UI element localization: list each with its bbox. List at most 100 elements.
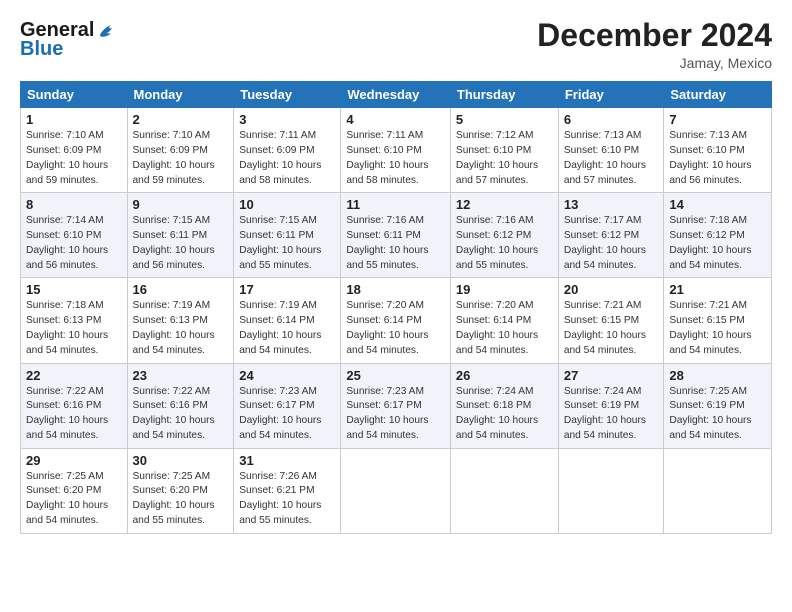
calendar-cell: 12 Sunrise: 7:16 AMSunset: 6:12 PMDaylig… <box>450 193 558 278</box>
calendar-cell: 11 Sunrise: 7:16 AMSunset: 6:11 PMDaylig… <box>341 193 451 278</box>
calendar-cell: 24 Sunrise: 7:23 AMSunset: 6:17 PMDaylig… <box>234 363 341 448</box>
month-title: December 2024 <box>537 18 772 53</box>
calendar-cell: 17 Sunrise: 7:19 AMSunset: 6:14 PMDaylig… <box>234 278 341 363</box>
calendar-cell: 27 Sunrise: 7:24 AMSunset: 6:19 PMDaylig… <box>558 363 664 448</box>
day-number: 22 <box>26 368 122 383</box>
day-info: Sunrise: 7:18 AMSunset: 6:13 PMDaylight:… <box>26 300 108 355</box>
logo: General Blue <box>20 18 118 61</box>
day-number: 5 <box>456 112 553 127</box>
day-number: 16 <box>133 282 229 297</box>
day-info: Sunrise: 7:14 AMSunset: 6:10 PMDaylight:… <box>26 215 108 270</box>
calendar-cell: 26 Sunrise: 7:24 AMSunset: 6:18 PMDaylig… <box>450 363 558 448</box>
day-number: 1 <box>26 112 122 127</box>
calendar-cell: 18 Sunrise: 7:20 AMSunset: 6:14 PMDaylig… <box>341 278 451 363</box>
col-saturday: Saturday <box>664 82 772 108</box>
day-number: 10 <box>239 197 335 212</box>
day-number: 26 <box>456 368 553 383</box>
calendar: Sunday Monday Tuesday Wednesday Thursday… <box>20 81 772 534</box>
day-number: 28 <box>669 368 766 383</box>
col-monday: Monday <box>127 82 234 108</box>
col-tuesday: Tuesday <box>234 82 341 108</box>
day-info: Sunrise: 7:20 AMSunset: 6:14 PMDaylight:… <box>456 300 538 355</box>
day-number: 6 <box>564 112 659 127</box>
day-number: 14 <box>669 197 766 212</box>
location: Jamay, Mexico <box>537 55 772 71</box>
calendar-cell: 2 Sunrise: 7:10 AMSunset: 6:09 PMDayligh… <box>127 108 234 193</box>
calendar-cell: 5 Sunrise: 7:12 AMSunset: 6:10 PMDayligh… <box>450 108 558 193</box>
day-number: 29 <box>26 453 122 468</box>
day-number: 4 <box>346 112 445 127</box>
calendar-row: 22 Sunrise: 7:22 AMSunset: 6:16 PMDaylig… <box>21 363 772 448</box>
day-info: Sunrise: 7:13 AMSunset: 6:10 PMDaylight:… <box>564 130 646 185</box>
day-info: Sunrise: 7:11 AMSunset: 6:09 PMDaylight:… <box>239 130 321 185</box>
day-info: Sunrise: 7:22 AMSunset: 6:16 PMDaylight:… <box>133 386 215 441</box>
day-info: Sunrise: 7:15 AMSunset: 6:11 PMDaylight:… <box>133 215 215 270</box>
day-info: Sunrise: 7:25 AMSunset: 6:19 PMDaylight:… <box>669 386 751 441</box>
calendar-row: 1 Sunrise: 7:10 AMSunset: 6:09 PMDayligh… <box>21 108 772 193</box>
day-info: Sunrise: 7:23 AMSunset: 6:17 PMDaylight:… <box>346 386 428 441</box>
calendar-cell: 29 Sunrise: 7:25 AMSunset: 6:20 PMDaylig… <box>21 448 128 533</box>
calendar-cell: 22 Sunrise: 7:22 AMSunset: 6:16 PMDaylig… <box>21 363 128 448</box>
calendar-cell: 31 Sunrise: 7:26 AMSunset: 6:21 PMDaylig… <box>234 448 341 533</box>
calendar-cell <box>664 448 772 533</box>
day-number: 12 <box>456 197 553 212</box>
calendar-row: 15 Sunrise: 7:18 AMSunset: 6:13 PMDaylig… <box>21 278 772 363</box>
calendar-cell: 20 Sunrise: 7:21 AMSunset: 6:15 PMDaylig… <box>558 278 664 363</box>
day-info: Sunrise: 7:20 AMSunset: 6:14 PMDaylight:… <box>346 300 428 355</box>
day-info: Sunrise: 7:24 AMSunset: 6:19 PMDaylight:… <box>564 386 646 441</box>
calendar-cell: 21 Sunrise: 7:21 AMSunset: 6:15 PMDaylig… <box>664 278 772 363</box>
day-info: Sunrise: 7:19 AMSunset: 6:13 PMDaylight:… <box>133 300 215 355</box>
calendar-cell: 30 Sunrise: 7:25 AMSunset: 6:20 PMDaylig… <box>127 448 234 533</box>
day-info: Sunrise: 7:26 AMSunset: 6:21 PMDaylight:… <box>239 471 321 526</box>
day-info: Sunrise: 7:15 AMSunset: 6:11 PMDaylight:… <box>239 215 321 270</box>
day-number: 25 <box>346 368 445 383</box>
calendar-cell: 15 Sunrise: 7:18 AMSunset: 6:13 PMDaylig… <box>21 278 128 363</box>
calendar-cell: 6 Sunrise: 7:13 AMSunset: 6:10 PMDayligh… <box>558 108 664 193</box>
calendar-cell: 25 Sunrise: 7:23 AMSunset: 6:17 PMDaylig… <box>341 363 451 448</box>
col-thursday: Thursday <box>450 82 558 108</box>
day-info: Sunrise: 7:22 AMSunset: 6:16 PMDaylight:… <box>26 386 108 441</box>
day-info: Sunrise: 7:25 AMSunset: 6:20 PMDaylight:… <box>26 471 108 526</box>
calendar-cell: 1 Sunrise: 7:10 AMSunset: 6:09 PMDayligh… <box>21 108 128 193</box>
day-info: Sunrise: 7:19 AMSunset: 6:14 PMDaylight:… <box>239 300 321 355</box>
day-number: 9 <box>133 197 229 212</box>
day-info: Sunrise: 7:25 AMSunset: 6:20 PMDaylight:… <box>133 471 215 526</box>
day-number: 15 <box>26 282 122 297</box>
day-number: 7 <box>669 112 766 127</box>
col-friday: Friday <box>558 82 664 108</box>
day-number: 27 <box>564 368 659 383</box>
day-info: Sunrise: 7:24 AMSunset: 6:18 PMDaylight:… <box>456 386 538 441</box>
calendar-cell: 9 Sunrise: 7:15 AMSunset: 6:11 PMDayligh… <box>127 193 234 278</box>
day-info: Sunrise: 7:11 AMSunset: 6:10 PMDaylight:… <box>346 130 428 185</box>
calendar-cell: 10 Sunrise: 7:15 AMSunset: 6:11 PMDaylig… <box>234 193 341 278</box>
day-number: 24 <box>239 368 335 383</box>
col-wednesday: Wednesday <box>341 82 451 108</box>
day-number: 30 <box>133 453 229 468</box>
header: General Blue December 2024 Jamay, Mexico <box>20 18 772 71</box>
day-number: 31 <box>239 453 335 468</box>
day-number: 19 <box>456 282 553 297</box>
calendar-cell: 4 Sunrise: 7:11 AMSunset: 6:10 PMDayligh… <box>341 108 451 193</box>
day-number: 20 <box>564 282 659 297</box>
day-info: Sunrise: 7:13 AMSunset: 6:10 PMDaylight:… <box>669 130 751 185</box>
calendar-header-row: Sunday Monday Tuesday Wednesday Thursday… <box>21 82 772 108</box>
day-info: Sunrise: 7:12 AMSunset: 6:10 PMDaylight:… <box>456 130 538 185</box>
calendar-cell: 7 Sunrise: 7:13 AMSunset: 6:10 PMDayligh… <box>664 108 772 193</box>
day-number: 17 <box>239 282 335 297</box>
day-number: 18 <box>346 282 445 297</box>
day-info: Sunrise: 7:18 AMSunset: 6:12 PMDaylight:… <box>669 215 751 270</box>
day-number: 8 <box>26 197 122 212</box>
calendar-cell <box>450 448 558 533</box>
day-info: Sunrise: 7:21 AMSunset: 6:15 PMDaylight:… <box>564 300 646 355</box>
day-number: 2 <box>133 112 229 127</box>
calendar-cell: 19 Sunrise: 7:20 AMSunset: 6:14 PMDaylig… <box>450 278 558 363</box>
calendar-cell <box>558 448 664 533</box>
day-number: 3 <box>239 112 335 127</box>
day-info: Sunrise: 7:16 AMSunset: 6:11 PMDaylight:… <box>346 215 428 270</box>
calendar-cell: 14 Sunrise: 7:18 AMSunset: 6:12 PMDaylig… <box>664 193 772 278</box>
calendar-row: 8 Sunrise: 7:14 AMSunset: 6:10 PMDayligh… <box>21 193 772 278</box>
page: General Blue December 2024 Jamay, Mexico… <box>0 0 792 612</box>
calendar-cell <box>341 448 451 533</box>
day-info: Sunrise: 7:10 AMSunset: 6:09 PMDaylight:… <box>26 130 108 185</box>
day-info: Sunrise: 7:10 AMSunset: 6:09 PMDaylight:… <box>133 130 215 185</box>
